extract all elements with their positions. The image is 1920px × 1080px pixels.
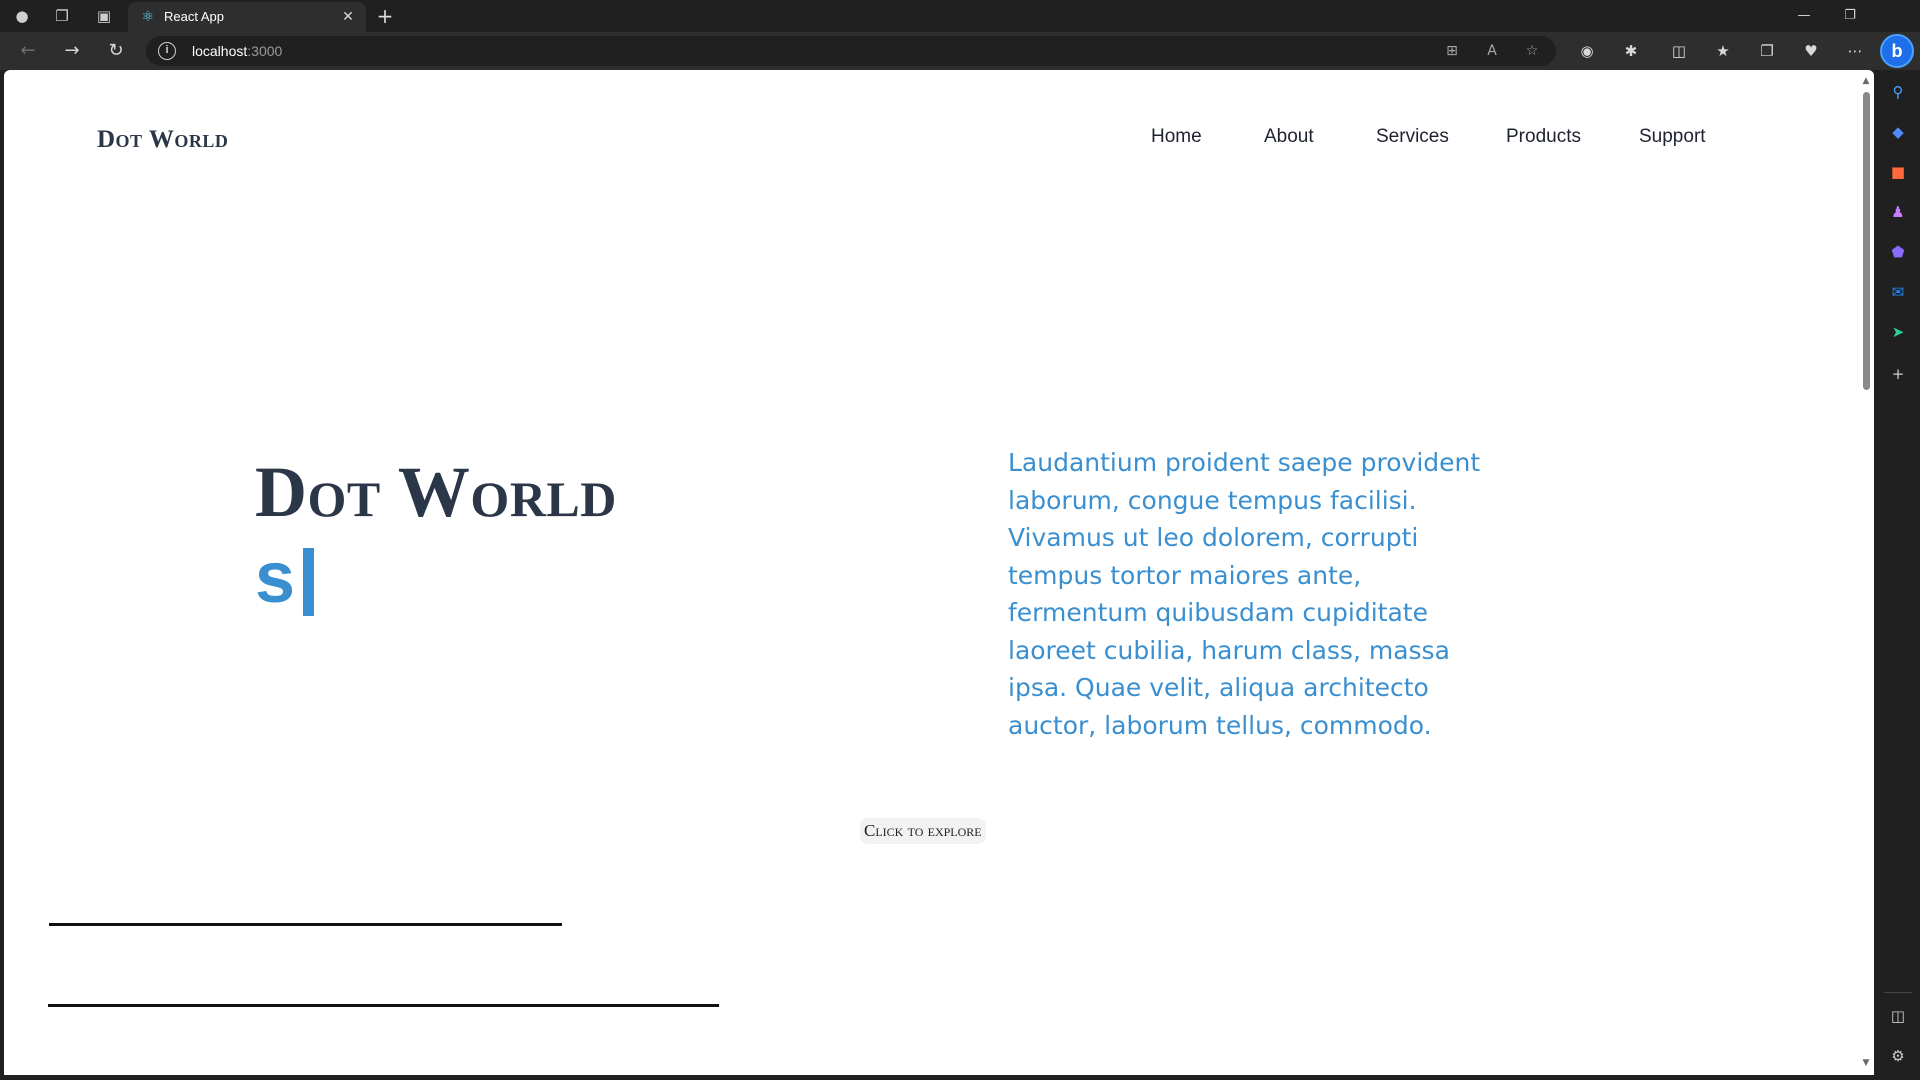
microsoft-365-icon[interactable]: ⬟ — [1886, 240, 1910, 264]
react-icon: ⚛ — [141, 9, 155, 25]
games-icon[interactable]: ♟ — [1886, 200, 1910, 224]
hero-title: Dot World — [255, 452, 617, 532]
scroll-up-icon[interactable]: ▲ — [1861, 76, 1871, 86]
read-aloud-icon[interactable]: A — [1480, 39, 1504, 63]
hero-description: Laudantium proident saepe provident labo… — [1008, 448, 1481, 740]
edge-sidebar: ⚲ ◆ ■ ♟ ⬟ ✉ ➤ + ◫ ⚙ — [1876, 70, 1920, 1080]
close-icon[interactable]: ✕ — [338, 7, 358, 27]
minimize-button[interactable]: — — [1782, 0, 1826, 32]
browser-tab[interactable]: ⚛ React App ✕ — [128, 2, 366, 32]
tracking-icon[interactable]: ◉ — [1575, 39, 1599, 63]
nav-link-products[interactable]: Products — [1506, 122, 1581, 152]
tools-icon[interactable]: ■ — [1886, 160, 1910, 184]
decorative-line — [48, 1004, 719, 1007]
collections-icon[interactable]: ❐ — [1755, 39, 1779, 63]
workspaces-icon[interactable]: ❐ — [50, 4, 74, 28]
refresh-button[interactable]: ↻ — [102, 37, 130, 65]
page-scrollbar[interactable]: ▲ ▼ — [1858, 70, 1874, 1075]
nav-link-support[interactable]: Support — [1639, 122, 1706, 152]
site-nav: Home About Services Products Support — [4, 122, 1874, 152]
info-icon[interactable]: i — [158, 42, 176, 60]
new-tab-button[interactable]: + — [372, 3, 398, 29]
scroll-down-icon[interactable]: ▼ — [1861, 1058, 1871, 1068]
favorites-icon[interactable]: ★ — [1711, 39, 1735, 63]
decorative-line — [49, 923, 562, 926]
page-viewport: Dot World Home About Services Products S… — [4, 70, 1874, 1075]
typing-cursor — [303, 548, 314, 616]
hide-sidebar-icon[interactable]: ◫ — [1886, 1004, 1910, 1028]
address-bar[interactable]: i localhost:3000 ⊞ A ☆ — [146, 36, 1556, 66]
browser-essentials-icon[interactable]: ♥ — [1799, 39, 1823, 63]
nav-link-about[interactable]: About — [1264, 122, 1314, 152]
sidebar-divider — [1884, 992, 1912, 993]
forward-button[interactable]: → — [58, 37, 86, 65]
back-button[interactable]: ← — [14, 37, 42, 65]
search-icon[interactable]: ⚲ — [1886, 80, 1910, 104]
tab-title: React App — [164, 9, 224, 24]
app-available-icon[interactable]: ⊞ — [1440, 39, 1464, 63]
add-icon[interactable]: + — [1886, 362, 1910, 386]
scrollbar-thumb[interactable] — [1863, 92, 1870, 390]
explore-button[interactable]: Click to explore — [860, 818, 986, 844]
copilot-icon[interactable]: b — [1880, 34, 1914, 68]
drop-icon[interactable]: ➤ — [1886, 320, 1910, 344]
nav-link-home[interactable]: Home — [1151, 122, 1202, 152]
tab-actions-icon[interactable]: ▣ — [92, 4, 116, 28]
restore-button[interactable]: ❐ — [1828, 0, 1872, 32]
nav-link-services[interactable]: Services — [1376, 122, 1449, 152]
url-text[interactable]: localhost:3000 — [192, 43, 282, 59]
profile-icon[interactable]: ● — [10, 4, 34, 28]
outlook-icon[interactable]: ✉ — [1886, 280, 1910, 304]
more-menu-icon[interactable]: ⋯ — [1843, 39, 1867, 63]
settings-gear-icon[interactable]: ⚙ — [1886, 1044, 1910, 1068]
extensions-icon[interactable]: ✱ — [1619, 39, 1643, 63]
favorite-star-icon[interactable]: ☆ — [1520, 39, 1544, 63]
hero-typed-text: s — [255, 538, 296, 618]
browser-toolbar: ← → ↻ i localhost:3000 ⊞ A ☆ ◉ ✱ ◫ ★ ❐ ♥… — [0, 32, 1920, 70]
split-screen-icon[interactable]: ◫ — [1667, 39, 1691, 63]
browser-tab-bar: ● ❐ ▣ ⚛ React App ✕ + — ❐ — [0, 0, 1920, 32]
shopping-tag-icon[interactable]: ◆ — [1886, 120, 1910, 144]
